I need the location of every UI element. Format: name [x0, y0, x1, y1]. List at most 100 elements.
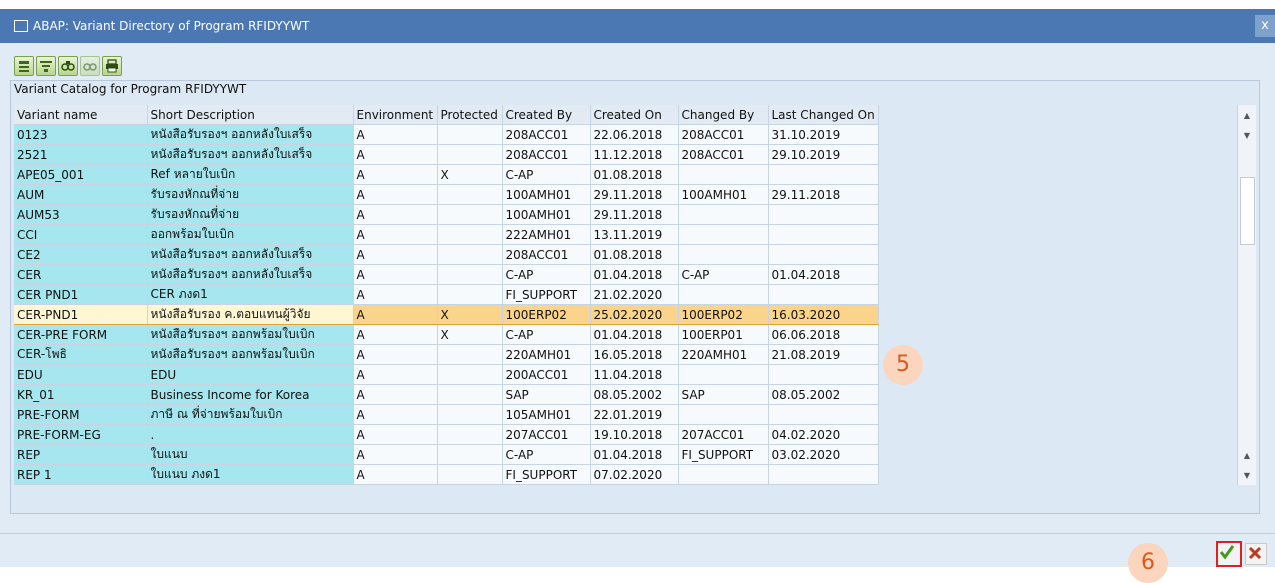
table-cell[interactable]: 04.02.2020: [768, 424, 879, 445]
table-cell[interactable]: [678, 364, 769, 385]
table-cell[interactable]: EDU: [147, 364, 354, 385]
table-cell[interactable]: C-AP: [502, 444, 591, 465]
table-cell[interactable]: CE2: [14, 244, 148, 265]
table-cell[interactable]: CER-PRE FORM: [14, 324, 148, 345]
table-cell[interactable]: 208ACC01: [502, 144, 591, 165]
table-row[interactable]: EDU EDU A 200ACC01 11.04.2018: [14, 364, 879, 385]
table-cell[interactable]: 25.02.2020: [590, 304, 679, 325]
table-cell[interactable]: A: [353, 404, 438, 425]
table-cell[interactable]: รับรองหักณที่จ่าย: [147, 204, 354, 225]
table-cell[interactable]: C-AP: [502, 324, 591, 345]
table-cell[interactable]: [768, 224, 879, 245]
table-cell[interactable]: ภาษี ณ ที่จ่ายพร้อมใบเบิก: [147, 404, 354, 425]
table-cell[interactable]: [678, 404, 769, 425]
table-cell[interactable]: X: [437, 164, 503, 185]
table-cell[interactable]: 08.05.2002: [590, 384, 679, 405]
table-cell[interactable]: [768, 164, 879, 185]
confirm-button[interactable]: [1216, 541, 1242, 567]
table-cell[interactable]: [437, 184, 503, 205]
table-cell[interactable]: [437, 144, 503, 165]
table-cell[interactable]: A: [353, 324, 438, 345]
table-cell[interactable]: KR_01: [14, 384, 148, 405]
table-cell[interactable]: A: [353, 424, 438, 445]
table-cell[interactable]: รับรองหักณที่จ่าย: [147, 184, 354, 205]
table-cell[interactable]: หนังสือรับรองฯ ออกหลังใบเสร็จ: [147, 244, 354, 265]
table-cell[interactable]: 100ERP01: [678, 324, 769, 345]
table-cell[interactable]: [437, 364, 503, 385]
table-cell[interactable]: A: [353, 344, 438, 365]
table-cell[interactable]: Business Income for Korea: [147, 384, 354, 405]
table-cell[interactable]: .: [147, 424, 354, 445]
table-cell[interactable]: PRE-FORM: [14, 404, 148, 425]
page-down-icon[interactable]: ▼: [1239, 127, 1255, 145]
table-cell[interactable]: [437, 224, 503, 245]
table-cell[interactable]: [437, 404, 503, 425]
table-cell[interactable]: [678, 244, 769, 265]
table-cell[interactable]: C-AP: [502, 264, 591, 285]
table-cell[interactable]: 16.03.2020: [768, 304, 879, 325]
table-cell[interactable]: A: [353, 364, 438, 385]
find-icon[interactable]: [58, 56, 78, 76]
table-cell[interactable]: [437, 244, 503, 265]
table-cell[interactable]: [768, 364, 879, 385]
table-cell[interactable]: [437, 124, 503, 145]
table-cell[interactable]: 01.04.2018: [768, 264, 879, 285]
table-cell[interactable]: [437, 284, 503, 305]
table-cell[interactable]: [437, 204, 503, 225]
table-cell[interactable]: AUM53: [14, 204, 148, 225]
table-row[interactable]: PRE-FORM-EG. A 207ACC01 19.10.2018 207ACC01 0…: [14, 424, 879, 445]
table-row[interactable]: CCI ออกพร้อมใบเบิก A 222AMH01 13.11.2019: [14, 224, 879, 245]
filter-icon[interactable]: [36, 56, 56, 76]
table-cell[interactable]: [678, 224, 769, 245]
table-cell[interactable]: A: [353, 224, 438, 245]
table-cell[interactable]: [437, 344, 503, 365]
table-cell[interactable]: 0123: [14, 124, 148, 145]
table-cell[interactable]: 2521: [14, 144, 148, 165]
table-cell[interactable]: REP: [14, 444, 148, 465]
table-cell[interactable]: [678, 164, 769, 185]
table-cell[interactable]: หนังสือรับรองฯ ออกพร้อมใบเบิก: [147, 344, 354, 365]
column-header[interactable]: Environment: [353, 105, 438, 125]
table-cell[interactable]: 01.04.2018: [590, 444, 679, 465]
table-cell[interactable]: A: [353, 124, 438, 145]
table-cell[interactable]: A: [353, 444, 438, 465]
table-cell[interactable]: 11.04.2018: [590, 364, 679, 385]
table-cell[interactable]: 222AMH01: [502, 224, 591, 245]
table-cell[interactable]: A: [353, 184, 438, 205]
table-row[interactable]: KR_01 Business Income for Korea A SAP 08.05.…: [14, 384, 879, 405]
table-cell[interactable]: 21.02.2020: [590, 284, 679, 305]
table-cell[interactable]: 100ERP02: [502, 304, 591, 325]
table-cell[interactable]: [678, 284, 769, 305]
print-icon[interactable]: [102, 56, 122, 76]
table-cell[interactable]: [437, 384, 503, 405]
scroll-down-icon[interactable]: ▼: [1239, 467, 1255, 485]
vertical-scrollbar[interactable]: ▲ ▼ ▲ ▼: [1237, 105, 1256, 485]
table-row[interactable]: CER-โพธิ หนังสือรับรองฯ ออกพร้อมใบเบิก A 22…: [14, 344, 879, 365]
table-cell[interactable]: EDU: [14, 364, 148, 385]
table-cell[interactable]: 208ACC01: [502, 244, 591, 265]
column-header[interactable]: Short Description: [147, 105, 354, 125]
table-cell[interactable]: 220AMH01: [502, 344, 591, 365]
page-up-icon[interactable]: ▲: [1239, 447, 1255, 465]
table-cell[interactable]: A: [353, 264, 438, 285]
table-cell[interactable]: 03.02.2020: [768, 444, 879, 465]
table-cell[interactable]: [768, 244, 879, 265]
table-cell[interactable]: AUM: [14, 184, 148, 205]
table-cell[interactable]: 31.10.2019: [768, 124, 879, 145]
cancel-button[interactable]: [1245, 543, 1267, 565]
table-row[interactable]: 0123 หนังสือรับรองฯ ออกหลังใบเสร็จ A 208ACC…: [14, 124, 879, 145]
table-cell[interactable]: [437, 464, 503, 485]
table-cell[interactable]: 01.04.2018: [590, 324, 679, 345]
table-cell[interactable]: C-AP: [678, 264, 769, 285]
find-next-icon[interactable]: [80, 56, 100, 76]
table-cell[interactable]: 208ACC01: [678, 124, 769, 145]
table-cell[interactable]: A: [353, 164, 438, 185]
column-header[interactable]: Changed By: [678, 105, 769, 125]
table-cell[interactable]: 11.12.2018: [590, 144, 679, 165]
table-cell[interactable]: 105AMH01: [502, 404, 591, 425]
table-cell[interactable]: [768, 284, 879, 305]
table-cell[interactable]: 29.11.2018: [590, 204, 679, 225]
table-cell[interactable]: หนังสือรับรองฯ ออกหลังใบเสร็จ: [147, 144, 354, 165]
table-cell[interactable]: CER: [14, 264, 148, 285]
table-cell[interactable]: [768, 204, 879, 225]
